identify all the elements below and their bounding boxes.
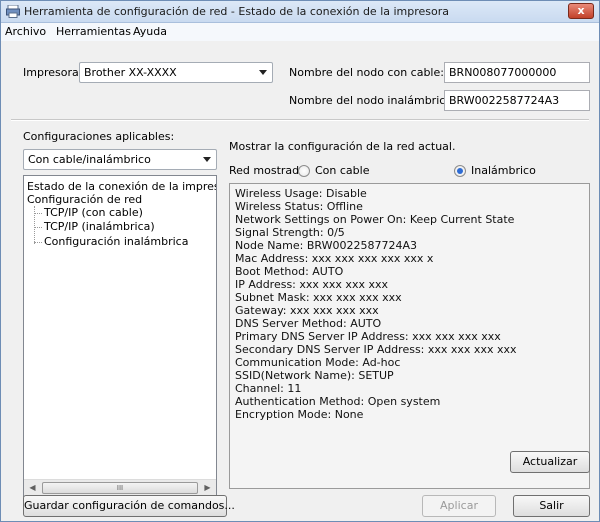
wireless-node-value: BRW0022587724A3 [449,94,560,107]
menu-archivo[interactable]: Archivo [5,25,46,38]
scroll-left-icon[interactable]: ◀ [24,480,41,496]
menu-herramientas[interactable]: Herramientas [56,25,131,38]
tree-horizontal-scrollbar[interactable]: ◀ III ▶ [24,479,216,496]
dialog-content: Impresora: Brother XX-XXXX Nombre del no… [1,41,599,521]
tree-connector [34,213,42,214]
network-info-box: Wireless Usage: Disable Wireless Status:… [229,183,590,489]
info-line: Node Name: BRW0022587724A3 [235,239,417,252]
wireless-node-label: Nombre del nodo inalámbrico: [289,94,456,107]
info-line: Authentication Method: Open system [235,395,441,408]
separator [11,119,589,121]
info-line: Communication Mode: Ad-hoc [235,356,401,369]
tree-item-wireless-config[interactable]: Configuración inalámbrica [44,235,188,248]
tree-connector [34,242,42,243]
scrollbar-thumb[interactable]: III [42,482,198,494]
info-line: Signal Strength: 0/5 [235,226,345,239]
tree-item-network-config[interactable]: Configuración de red [27,193,142,206]
tree-item-connection-status[interactable]: Estado de la conexión de la impreso [27,180,216,193]
wired-node-field: BRN008077000000 [444,62,590,83]
apply-button[interactable]: Aplicar [422,495,496,517]
info-line: Wireless Usage: Disable [235,187,367,200]
printer-label: Impresora: [23,66,83,79]
info-line: Gateway: xxx xxx xxx xxx [235,304,379,317]
printer-select-value: Brother XX-XXXX [84,66,177,79]
radio-wireless-label[interactable]: Inalámbrico [471,164,536,177]
menu-ayuda[interactable]: Ayuda [133,25,167,38]
printer-select[interactable]: Brother XX-XXXX [79,62,273,83]
wireless-node-field: BRW0022587724A3 [444,90,590,111]
tree-item-tcpip-wired[interactable]: TCP/IP (con cable) [44,206,143,219]
settings-tree: Estado de la conexión de la impreso Conf… [23,175,217,497]
grip-icon: III [116,484,124,492]
title-bar[interactable]: Herramienta de configuración de red - Es… [1,1,599,23]
info-line: SSID(Network Name): SETUP [235,369,394,382]
info-line: Network Settings on Power On: Keep Curre… [235,213,515,226]
info-line: Primary DNS Server IP Address: xxx xxx x… [235,330,501,343]
tree-item-tcpip-wireless[interactable]: TCP/IP (inalámbrica) [44,220,155,233]
printer-app-icon [6,5,20,18]
chevron-down-icon [203,157,211,162]
display-heading: Mostrar la configuración de la red actua… [229,140,456,153]
radio-wired[interactable] [298,165,310,177]
wired-node-label: Nombre del nodo con cable: [289,66,444,79]
tree-connector [34,206,35,244]
info-line: Wireless Status: Offline [235,200,363,213]
radio-wired-label[interactable]: Con cable [315,164,369,177]
tree-connector [34,227,42,228]
settings-select[interactable]: Con cable/inalámbrico [23,149,217,170]
info-line: Boot Method: AUTO [235,265,344,278]
radio-wireless[interactable] [454,165,466,177]
info-line: Secondary DNS Server IP Address: xxx xxx… [235,343,517,356]
wired-node-value: BRN008077000000 [449,66,557,79]
info-line: IP Address: xxx xxx xxx xxx [235,278,388,291]
close-button[interactable]: x [568,3,594,19]
exit-button[interactable]: Salir [513,495,590,517]
close-icon: x [577,4,585,17]
save-commands-button[interactable]: Guardar configuración de comandos... [23,495,235,517]
scroll-right-icon[interactable]: ▶ [199,480,216,496]
info-line: Mac Address: xxx xxx xxx xxx xxx x [235,252,434,265]
chevron-down-icon [259,70,267,75]
info-line: Channel: 11 [235,382,302,395]
info-line: DNS Server Method: AUTO [235,317,382,330]
network-tool-window: Herramienta de configuración de red - Es… [0,0,600,522]
settings-select-value: Con cable/inalámbrico [28,153,151,166]
info-line: Encryption Mode: None [235,408,364,421]
settings-label: Configuraciones aplicables: [23,130,175,143]
info-line: Subnet Mask: xxx xxx xxx xxx [235,291,402,304]
menu-bar: Archivo Herramientas Ayuda [1,23,599,41]
refresh-button[interactable]: Actualizar [510,451,590,473]
window-title: Herramienta de configuración de red - Es… [24,5,450,18]
